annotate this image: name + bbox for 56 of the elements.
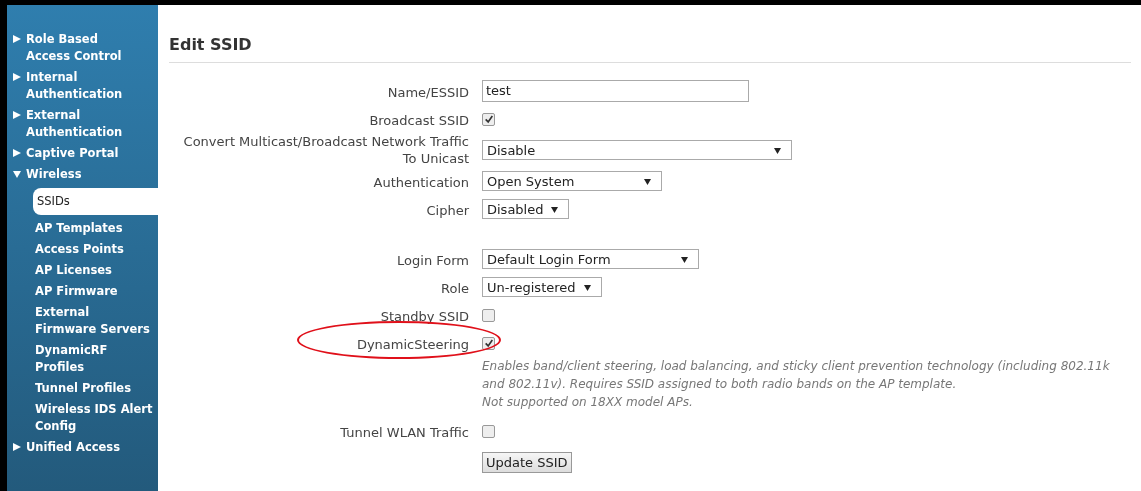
sidebar-item[interactable]: External Authentication xyxy=(7,105,158,143)
field-label: Tunnel WLAN Traffic xyxy=(340,423,469,441)
help-text: Not supported on 18XX model APs. xyxy=(482,394,694,411)
page-title: Edit SSID xyxy=(169,35,1131,63)
sidebar-subitem[interactable]: AP Templates xyxy=(7,218,158,239)
caret-right-icon xyxy=(13,35,21,43)
sidebar-item[interactable]: Unified Access xyxy=(7,437,158,458)
field-label: Cipher xyxy=(426,201,469,219)
help-text: Enables band/client steering, load balancing, and sticky client prevention technology (including 802.11k and 802.11v). Requires SSID assigned to both radio bands on the AP template. xyxy=(482,358,1111,393)
sidebar-item-label: Captive Portal xyxy=(26,145,119,162)
field-label: DynamicSteering xyxy=(356,335,469,353)
sidebar-item-label: Wireless xyxy=(26,166,82,183)
update-button[interactable]: Update SSID xyxy=(482,451,572,473)
caret-down-icon xyxy=(680,255,688,263)
sidebar-subitem[interactable]: External Firmware Servers xyxy=(7,302,158,340)
sidebar-subitem[interactable]: DynamicRF Profiles xyxy=(7,340,158,378)
dropdown[interactable]: Un-registered xyxy=(482,277,602,297)
sidebar-item[interactable]: Wireless xyxy=(7,164,158,185)
field-label: Role xyxy=(441,279,469,297)
sidebar-subitem[interactable]: AP Licenses xyxy=(7,260,158,281)
caret-down-icon xyxy=(583,283,591,291)
field-label: Authentication xyxy=(373,173,469,191)
caret-right-icon xyxy=(13,443,21,451)
caret-down-icon xyxy=(774,146,781,154)
field-label: Login Form xyxy=(397,251,469,269)
caret-right-icon xyxy=(13,149,21,157)
sidebar-item-label: Unified Access xyxy=(26,439,121,456)
sidebar-item[interactable]: Internal Authentication xyxy=(7,67,158,105)
sidebar-item-label: Role Based Access Control xyxy=(26,31,123,65)
sidebar-subitem[interactable]: Access Points xyxy=(7,239,158,260)
dropdown[interactable]: Default Login Form xyxy=(482,249,699,269)
input-field[interactable]: test xyxy=(482,80,749,102)
caret-right-icon xyxy=(13,73,21,81)
caret-right-icon xyxy=(13,111,21,119)
field-label: Standby SSID xyxy=(380,307,469,325)
dropdown[interactable]: Disabled xyxy=(482,199,570,219)
sidebar-subitem[interactable]: Tunnel Profiles xyxy=(7,378,158,399)
sidebar-item[interactable]: Role Based Access Control xyxy=(7,29,158,67)
field-label: Convert Multicast/Broadcast Network Traffic To Unicast xyxy=(182,133,469,167)
dropdown[interactable]: Open System xyxy=(482,171,663,191)
sidebar-subitem[interactable]: Wireless IDS Alert Config xyxy=(7,399,158,437)
caret-down-icon xyxy=(13,170,21,178)
sidebar-subitem[interactable]: SSIDs xyxy=(33,188,161,215)
sidebar-subitem[interactable]: AP Firmware xyxy=(7,281,158,302)
field-label: Broadcast SSID xyxy=(369,111,469,129)
field-label: Name/ESSID xyxy=(387,83,469,101)
checkbox[interactable] xyxy=(482,424,495,438)
dropdown[interactable]: Disable xyxy=(482,140,792,160)
caret-down-icon xyxy=(551,205,559,213)
checkbox[interactable] xyxy=(482,336,495,350)
sidebar-item-label: Internal Authentication xyxy=(26,69,124,103)
sidebar-item[interactable]: Captive Portal xyxy=(7,143,158,164)
checkbox[interactable] xyxy=(482,112,495,126)
sidebar-item-label: External Authentication xyxy=(26,107,124,141)
checkbox[interactable] xyxy=(482,308,495,322)
caret-down-icon xyxy=(644,177,652,185)
